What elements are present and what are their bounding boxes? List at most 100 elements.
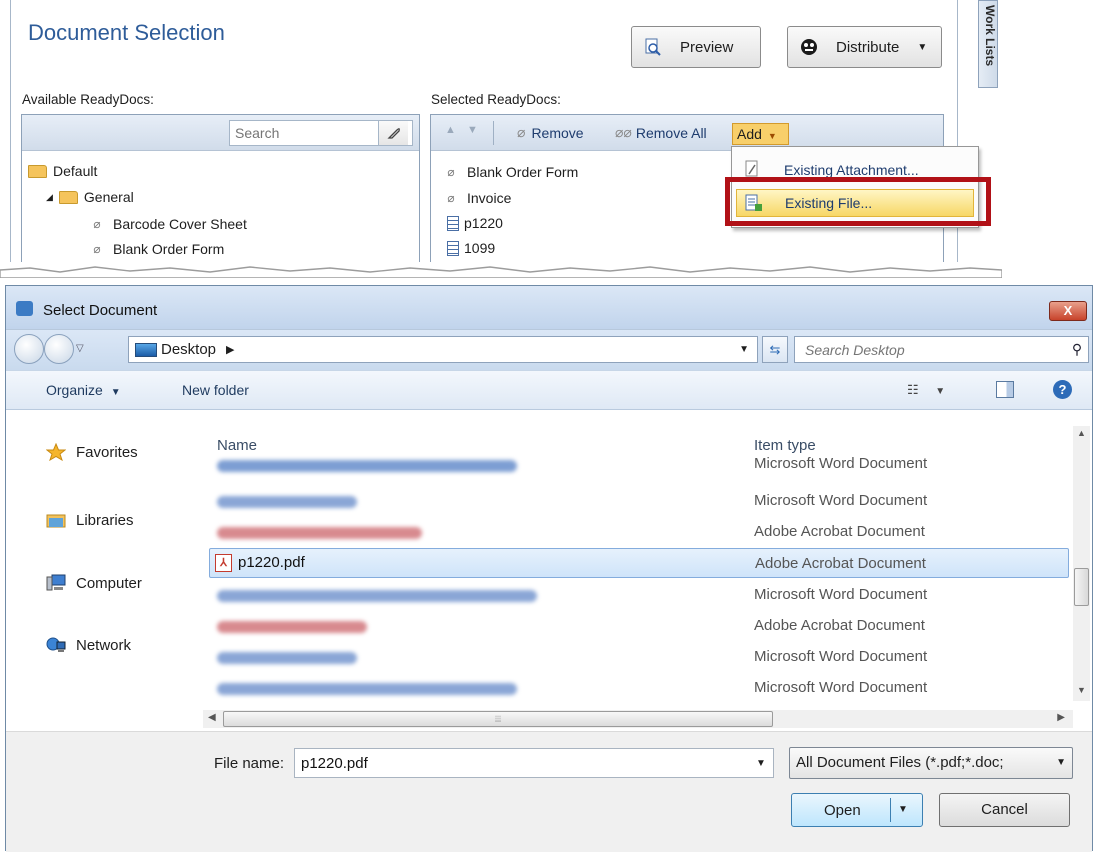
views-button[interactable]: ☷ ▼ <box>907 382 945 398</box>
nav-computer[interactable]: Computer <box>46 574 142 592</box>
vertical-scrollbar[interactable]: ▲ ▼ <box>1073 426 1090 701</box>
dialog-titlebar: Select Document X <box>6 286 1092 330</box>
scroll-right-icon[interactable]: ▶ <box>1057 712 1065 723</box>
file-name-label: File name: <box>214 755 285 772</box>
forward-button[interactable] <box>44 334 74 364</box>
address-row: ▽ Desktop ▶ ▼ ⇆ ⚲ <box>6 330 1092 370</box>
folder-open-icon <box>28 164 47 178</box>
chevron-down-icon[interactable]: ▼ <box>749 758 773 769</box>
search-desktop-input[interactable] <box>795 341 1066 358</box>
column-header-item-type[interactable]: Item type <box>754 437 816 454</box>
magnifier-document-icon <box>644 38 662 56</box>
address-text: Desktop <box>161 341 217 358</box>
file-row[interactable]: Microsoft Word Document <box>209 642 1069 672</box>
horizontal-scrollbar[interactable]: ◀ ⦙⦙⦙ ▶ <box>203 710 1073 728</box>
file-row[interactable]: Microsoft Word Document <box>209 455 1069 477</box>
remove-button[interactable]: ⌀ Remove <box>517 124 584 141</box>
tree-item-general[interactable]: ◢ General <box>46 189 134 205</box>
command-bar: Organize ▼ New folder ☷ ▼ ? <box>6 370 1092 410</box>
nav-libraries[interactable]: Libraries <box>46 511 134 529</box>
column-header-name[interactable]: Name <box>217 437 257 454</box>
chevron-down-icon[interactable]: ▼ <box>898 804 908 815</box>
file-row[interactable]: Adobe Acrobat Document <box>209 611 1069 641</box>
desktop-icon <box>135 342 157 357</box>
selected-item-invoice[interactable]: ⌀ Invoice <box>445 190 511 206</box>
file-row[interactable]: Microsoft Word Document <box>209 580 1069 610</box>
scroll-thumb[interactable] <box>1074 568 1089 606</box>
readydocs-search[interactable] <box>229 120 413 146</box>
recent-locations-dropdown-icon[interactable]: ▽ <box>76 343 84 354</box>
open-button[interactable]: Open ▼ <box>791 793 923 827</box>
blurred-filename <box>217 683 517 695</box>
address-bar[interactable]: Desktop ▶ ▼ <box>128 336 758 363</box>
move-up-icon[interactable]: ▲ <box>445 124 456 136</box>
tree-item-barcode-cover-sheet[interactable]: ⌀ Barcode Cover Sheet <box>91 216 246 232</box>
search-clear-icon[interactable] <box>378 121 408 145</box>
file-name: p1220.pdf <box>238 554 305 571</box>
paperclip-icon: ⌀ <box>93 217 101 231</box>
preview-pane-icon[interactable] <box>996 381 1014 398</box>
refresh-icon[interactable]: ⇆ <box>762 336 788 363</box>
blurred-filename <box>217 527 422 539</box>
file-type: Adobe Acrobat Document <box>754 617 925 634</box>
file-name-input[interactable] <box>295 754 749 772</box>
preview-button[interactable]: Preview <box>631 26 761 68</box>
toolbar-divider <box>493 121 494 145</box>
new-folder-button[interactable]: New folder <box>182 382 249 398</box>
nav-label: Libraries <box>76 511 134 529</box>
close-button[interactable]: X <box>1049 301 1087 321</box>
star-icon <box>45 442 67 462</box>
organize-button[interactable]: Organize ▼ <box>46 382 121 398</box>
file-type-select[interactable]: All Document Files (*.pdf;*.doc; ▼ <box>789 747 1073 779</box>
nav-favorites[interactable]: Favorites <box>45 442 138 462</box>
folder-open-icon <box>58 190 78 204</box>
tree-item-blank-order-form[interactable]: ⌀ Blank Order Form <box>91 241 224 257</box>
file-row[interactable]: Microsoft Word Document <box>209 673 1069 703</box>
selected-item-blank-order-form[interactable]: ⌀ Blank Order Form <box>445 164 578 180</box>
document-selection-panel: Document Selection Preview Distribute ▼ … <box>0 0 1002 278</box>
help-icon[interactable]: ? <box>1053 380 1072 399</box>
scroll-left-icon[interactable]: ◀ <box>208 712 216 723</box>
selected-item-label: Blank Order Form <box>467 164 579 180</box>
paperclip-icon: ⌀ <box>447 191 455 205</box>
address-dropdown-icon[interactable]: ▼ <box>739 344 749 355</box>
distribute-button[interactable]: Distribute ▼ <box>787 26 942 68</box>
selected-item-1099[interactable]: 1099 <box>447 240 495 256</box>
cancel-button[interactable]: Cancel <box>939 793 1070 827</box>
search-desktop-box[interactable]: ⚲ <box>794 336 1089 363</box>
selected-item-p1220[interactable]: p1220 <box>447 215 503 231</box>
scroll-up-icon[interactable]: ▲ <box>1077 428 1086 438</box>
distribute-icon <box>800 38 818 56</box>
scroll-down-icon[interactable]: ▼ <box>1077 685 1086 695</box>
preview-label: Preview <box>680 38 734 56</box>
paperclip-icon: ⌀ <box>447 165 455 179</box>
file-row[interactable]: Microsoft Word Document <box>209 486 1069 516</box>
collapse-arrow-icon: ◢ <box>46 191 53 202</box>
file-type: Microsoft Word Document <box>754 586 928 603</box>
worklists-tab[interactable]: Work Lists <box>978 0 998 88</box>
file-row[interactable]: Adobe Acrobat Document <box>209 517 1069 547</box>
nav-label: Computer <box>76 574 142 592</box>
paperclip-icon: ⌀ <box>93 242 101 256</box>
add-button[interactable]: Add ▼ <box>732 123 789 145</box>
split-divider <box>890 798 891 822</box>
remove-all-button[interactable]: ⌀⌀ Remove All <box>615 124 707 141</box>
scroll-thumb[interactable]: ⦙⦙⦙ <box>223 711 773 727</box>
back-button[interactable] <box>14 334 44 364</box>
search-input[interactable] <box>230 125 378 141</box>
breadcrumb-arrow-icon[interactable]: ▶ <box>226 343 234 356</box>
file-row-selected[interactable]: ⅄ p1220.pdf Adobe Acrobat Document <box>209 548 1069 578</box>
move-down-icon[interactable]: ▼ <box>467 124 478 136</box>
select-document-dialog: Select Document X ▽ Desktop ▶ ▼ ⇆ ⚲ Orga… <box>5 285 1093 852</box>
blurred-filename <box>217 652 357 664</box>
search-icon[interactable]: ⚲ <box>1066 341 1088 358</box>
nav-network[interactable]: Network <box>46 636 131 654</box>
paperclip-icon: ⌀ <box>517 124 526 140</box>
menu-item-label: Existing Attachment... <box>784 162 919 178</box>
dialog-footer: File name: ▼ All Document Files (*.pdf;*… <box>6 731 1092 852</box>
blurred-filename <box>217 621 367 633</box>
file-name-combobox[interactable]: ▼ <box>294 748 774 778</box>
tree-item-default[interactable]: Default <box>28 163 97 179</box>
tree-item-label: Default <box>53 163 98 179</box>
chevron-down-icon: ▼ <box>1052 748 1066 778</box>
